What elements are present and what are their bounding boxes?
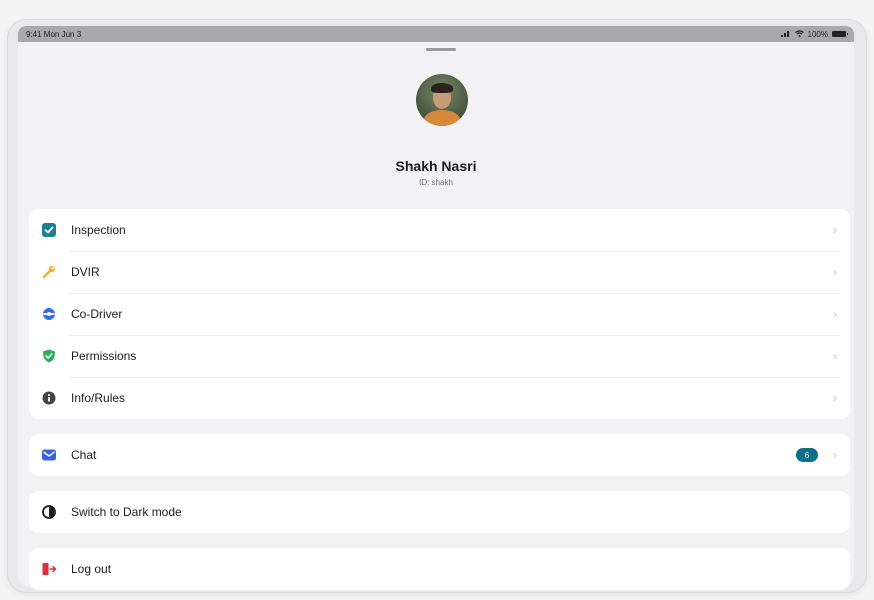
logout-icon [41,561,57,577]
shield-check-icon [41,348,57,364]
chat-card: Chat 6 › [29,434,850,476]
unread-badge: 6 [796,448,818,462]
signal-icon [780,30,791,39]
profile-sheet: Shakh Nasri ID: shakh Inspection › DVIR … [18,42,854,590]
menu-item-info-rules[interactable]: Info/Rules › [29,377,850,419]
status-bar: 9:41 Mon Jun 3 100% [18,26,854,42]
menu-item-chat[interactable]: Chat 6 › [29,434,850,476]
sheet-grabber[interactable] [426,48,456,51]
chevron-right-icon: › [833,391,837,405]
info-icon [41,390,57,406]
chevron-right-icon: › [833,307,837,321]
avatar [416,74,468,126]
tablet-frame: 9:41 Mon Jun 3 100% Shakh Nasri ID: shak… [8,20,866,592]
menu-item-co-driver[interactable]: Co-Driver › [29,293,850,335]
chevron-right-icon: › [833,265,837,279]
wifi-icon [794,29,804,39]
menu-item-permissions[interactable]: Permissions › [29,335,850,377]
menu-card: Inspection › DVIR › Co-Driver › Permissi… [29,209,850,419]
dark-mode-toggle[interactable]: Switch to Dark mode [29,491,850,533]
theme-card: Switch to Dark mode [29,491,850,533]
wrench-icon [41,264,57,280]
menu-item-inspection[interactable]: Inspection › [29,209,850,251]
steering-wheel-icon [41,306,57,322]
battery-icon [832,31,848,37]
menu-item-dvir[interactable]: DVIR › [29,251,850,293]
user-name: Shakh Nasri [395,158,477,174]
status-time: 9:41 Mon Jun 3 [26,29,82,39]
logout-button[interactable]: Log out [29,548,850,590]
chevron-right-icon: › [833,223,837,237]
chevron-right-icon: › [833,448,837,462]
user-id: ID: shakh [419,178,453,187]
chevron-right-icon: › [833,349,837,363]
half-moon-icon [41,504,57,520]
logout-card: Log out [29,548,850,590]
checkbox-icon [41,222,57,238]
mail-icon [41,447,57,463]
battery-percentage: 100% [807,29,828,39]
